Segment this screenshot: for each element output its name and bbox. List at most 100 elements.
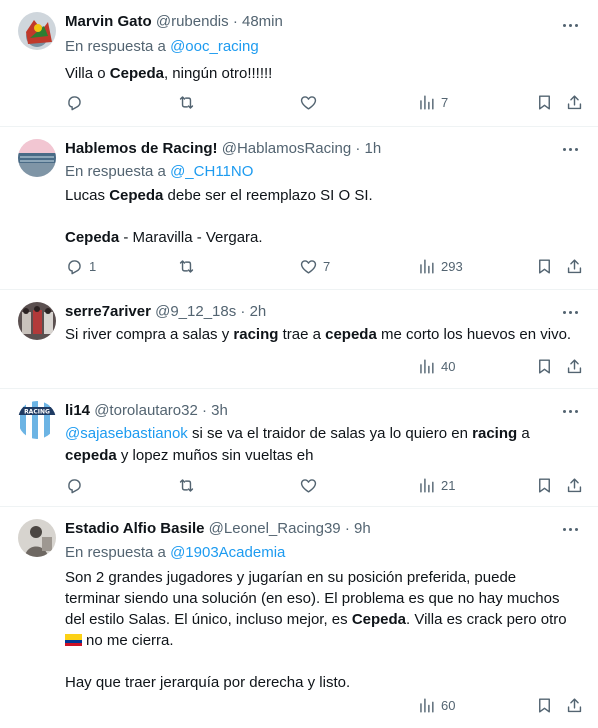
avatar[interactable]	[18, 519, 56, 557]
reply-mention[interactable]: @_CH11NO	[170, 163, 253, 180]
share-button[interactable]	[565, 355, 584, 377]
share-icon	[567, 697, 582, 712]
views-button[interactable]: 40	[417, 355, 455, 377]
separator-dot: ·	[232, 13, 238, 30]
view-count: 21	[441, 477, 456, 493]
like-button[interactable]	[299, 474, 323, 496]
retweet-button[interactable]	[177, 255, 201, 277]
text-segment: si se va el traidor de salas ya lo quier…	[187, 425, 473, 442]
display-name[interactable]: li14	[65, 402, 90, 419]
user-handle[interactable]: @HablamosRacing	[222, 140, 351, 157]
share-button[interactable]	[565, 474, 584, 496]
tweet-text: Si river compra a salas y racing trae a …	[65, 325, 571, 345]
reply-button[interactable]: 1	[65, 255, 96, 277]
views-icon	[420, 697, 434, 713]
reply-icon	[68, 95, 81, 110]
more-options-icon[interactable]	[560, 15, 580, 35]
reply-context: En respuesta a @_CH11NO	[65, 162, 253, 182]
views-icon	[420, 94, 434, 110]
avatar[interactable]	[18, 302, 56, 340]
user-handle[interactable]: @torolautaro32	[94, 402, 198, 419]
tweet[interactable]: RACING li14 @torolautaro32 · 3h @sajaseb…	[0, 389, 598, 507]
tweet[interactable]: Estadio Alfio Basile @Leonel_Racing39 · …	[0, 507, 598, 728]
tweet-text: Hay que traer jerarquía por derecha y li…	[65, 673, 350, 693]
share-icon	[567, 358, 582, 373]
text-segment: trae a	[278, 326, 326, 343]
text-segment: y lopez muños sin vueltas eh	[116, 447, 314, 464]
reply-mention[interactable]: @1903Academia	[170, 544, 285, 561]
bookmark-icon	[539, 94, 550, 110]
bookmark-button[interactable]	[535, 355, 554, 377]
tweet-actions: 1 7 293	[65, 255, 585, 277]
text-segment: Villa o	[65, 65, 110, 82]
tweet-text: Son 2 grandes jugadores y jugarían en su…	[65, 568, 516, 588]
bold-keyword: cepeda	[325, 326, 377, 343]
share-button[interactable]	[565, 91, 584, 113]
avatar[interactable]	[18, 139, 56, 177]
heart-icon	[300, 259, 317, 274]
bookmark-icon	[539, 258, 550, 274]
display-name[interactable]: Estadio Alfio Basile	[65, 520, 204, 537]
bookmark-button[interactable]	[535, 474, 554, 496]
avatar[interactable]	[18, 12, 56, 50]
like-button[interactable]	[299, 91, 323, 113]
like-button[interactable]: 7	[299, 255, 330, 277]
view-count: 7	[441, 94, 449, 110]
timestamp[interactable]: 48min	[242, 13, 283, 30]
tweet-header: serre7ariver @9_12_18s · 2h	[65, 302, 266, 322]
more-options-icon[interactable]	[560, 519, 580, 539]
retweet-button[interactable]	[177, 474, 201, 496]
reply-button[interactable]	[65, 91, 89, 113]
mention-link[interactable]: @sajasebastianok	[65, 425, 188, 442]
reply-button[interactable]	[65, 474, 89, 496]
bold-keyword: Cepeda	[109, 65, 164, 82]
share-icon	[567, 258, 582, 273]
reply-mention[interactable]: @ooc_racing	[170, 38, 259, 55]
views-button[interactable]: 7	[417, 91, 448, 113]
bookmark-button[interactable]	[535, 91, 554, 113]
text-segment: Si river compra a salas y	[65, 326, 234, 343]
tweet[interactable]: Hablemos de Racing! @HablamosRacing · 1h…	[0, 127, 598, 290]
text-segment: . Villa es crack pero otro	[406, 611, 567, 628]
avatar[interactable]: RACING	[18, 401, 56, 439]
text-segment: a	[517, 425, 530, 442]
bookmark-button[interactable]	[535, 694, 554, 716]
share-button[interactable]	[565, 694, 584, 716]
user-handle[interactable]: @Leonel_Racing39	[209, 520, 341, 537]
retweet-icon	[179, 259, 194, 273]
bookmark-icon	[539, 358, 550, 374]
retweet-button[interactable]	[177, 91, 201, 113]
reply-icon	[68, 259, 81, 274]
user-handle[interactable]: @rubendis	[156, 13, 229, 30]
display-name[interactable]: Hablemos de Racing!	[65, 140, 218, 157]
separator-dot: ·	[240, 303, 246, 320]
more-options-icon[interactable]	[560, 139, 580, 159]
like-count: 7	[323, 258, 331, 274]
tweet-header: Hablemos de Racing! @HablamosRacing · 1h	[65, 139, 381, 159]
text-segment: , ningún otro!!!!!!	[163, 65, 273, 82]
timestamp[interactable]: 9h	[354, 520, 371, 537]
text-segment: del estilo Salas. El único, incluso mejo…	[65, 611, 352, 628]
timestamp[interactable]: 3h	[211, 402, 228, 419]
share-button[interactable]	[565, 255, 584, 277]
view-count: 293	[441, 258, 463, 274]
views-button[interactable]: 293	[417, 255, 463, 277]
display-name[interactable]: Marvin Gato	[65, 13, 152, 30]
display-name[interactable]: serre7ariver	[65, 303, 151, 320]
views-icon	[420, 477, 434, 493]
tweet[interactable]: serre7ariver @9_12_18s · 2h Si river com…	[0, 290, 598, 389]
user-handle[interactable]: @9_12_18s	[155, 303, 236, 320]
timestamp[interactable]: 1h	[365, 140, 382, 157]
tweet-text: Villa o Cepeda, ningún otro!!!!!!	[65, 64, 272, 84]
bookmark-button[interactable]	[535, 255, 554, 277]
views-button[interactable]: 21	[417, 474, 455, 496]
reply-count: 1	[89, 258, 97, 274]
text-segment: Lucas	[65, 187, 110, 204]
views-button[interactable]: 60	[417, 694, 455, 716]
tweet-text: cepeda y lopez muños sin vueltas eh	[65, 446, 313, 466]
more-options-icon[interactable]	[560, 302, 580, 322]
timestamp[interactable]: 2h	[250, 303, 267, 320]
tweet-text: Lucas Cepeda debe ser el reemplazo SI O …	[65, 186, 373, 206]
tweet[interactable]: Marvin Gato @rubendis · 48min En respues…	[0, 0, 598, 127]
more-options-icon[interactable]	[560, 401, 580, 421]
